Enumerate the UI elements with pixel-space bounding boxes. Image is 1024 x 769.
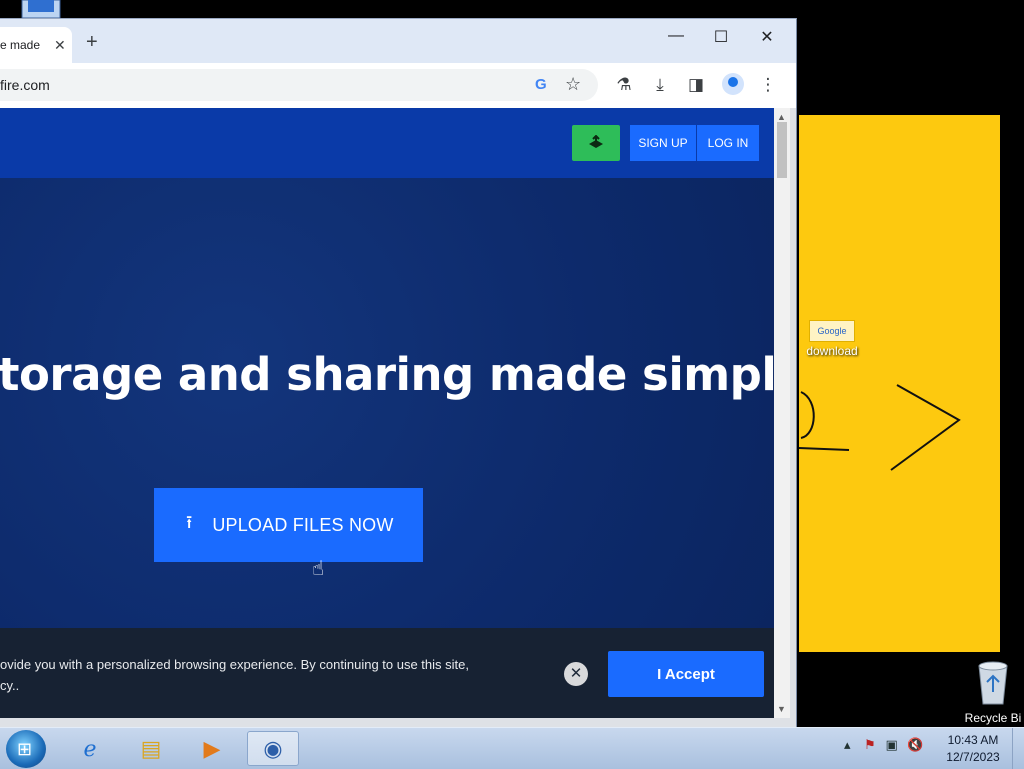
upload-arrow-icon: ⭱ [186,512,193,532]
address-bar[interactable]: fire.com G ☆ [0,69,598,101]
windows-logo-icon: ⊞ [17,739,33,759]
new-tab-button[interactable]: + [86,31,98,54]
minimize-button[interactable]: — [661,27,691,45]
side-panel-icon[interactable]: ◨ [684,75,708,95]
google-lens-icon[interactable]: G [535,76,547,93]
cookie-text: ovide you with a personalized browsing e… [0,654,520,696]
volume-muted-icon[interactable]: 🔇 [907,737,923,752]
downloads-icon[interactable]: ⤓ [648,75,672,95]
desktop-icon-download[interactable]: Google download [802,320,862,358]
hand-cursor-icon: ☝ [312,558,325,580]
header-upload-icon-button[interactable] [572,125,620,161]
desktop-icon-label: Recycle Bi [964,711,1022,725]
taskbar-clock[interactable]: 10:43 AM 12/7/2023 [940,732,1006,766]
upload-files-button[interactable]: ⭱ UPLOAD FILES NOW [154,488,423,562]
tab-title: e made [0,38,41,52]
clock-date: 12/7/2023 [946,750,1000,764]
system-tray: ▴ ⚑ ▣ 🔇 [844,737,924,753]
cookie-text-line: ovide you with a personalized browsing e… [0,657,469,672]
log-in-button[interactable]: LOG IN [697,125,759,161]
show-hidden-icons-icon[interactable]: ▴ [844,737,851,752]
site-header: SIGN UP LOG IN [0,108,774,178]
cookie-banner: ovide you with a personalized browsing e… [0,628,774,718]
internet-explorer-icon[interactable]: ℯ [64,731,116,766]
media-player-icon[interactable]: ▶ [186,731,238,766]
profile-avatar-icon[interactable] [722,73,744,95]
hero-headline: torage and sharing made simple [0,348,774,401]
upload-tray-icon [589,135,603,148]
browser-titlebar: e made ✕ + — ☐ ✕ [0,19,796,63]
start-button[interactable]: ⊞ [6,730,46,768]
upload-button-label: UPLOAD FILES NOW [212,514,394,535]
cookie-close-icon[interactable]: ✕ [564,662,588,686]
desktop-icon-recycle-bin[interactable]: Recycle Bi [962,660,1024,725]
url-text[interactable]: fire.com [0,77,50,93]
file-explorer-icon[interactable]: ▤ [125,731,177,766]
hero-section: torage and sharing made simple ⭱ UPLOAD … [0,178,774,628]
clock-time: 10:43 AM [947,733,999,747]
bookmark-star-icon[interactable]: ☆ [565,74,581,95]
web-page: SIGN UP LOG IN torage and sharing made s… [0,108,774,718]
network-icon[interactable]: ▣ [885,737,897,752]
sign-up-button[interactable]: SIGN UP [630,125,696,161]
taskbar: ⊞ ℯ ▤ ▶ ◉ ▴ ⚑ ▣ 🔇 10:43 AM 12/7/2023 [0,727,1024,769]
close-window-button[interactable]: ✕ [752,27,782,47]
tab-close-icon[interactable]: ✕ [54,37,66,54]
cookie-text-line: cy.. [0,678,20,693]
maximize-button[interactable]: ☐ [706,27,736,47]
menu-kebab-icon[interactable]: ⋮ [756,75,780,95]
scrollbar-thumb[interactable] [777,122,787,178]
page-scrollbar[interactable]: ▲ ▼ [774,108,790,718]
action-center-flag-icon[interactable]: ⚑ [864,737,876,752]
browser-window: e made ✕ + — ☐ ✕ fire.com G ☆ ⚗ ⤓ ◨ ⋮ SI… [0,18,797,727]
google-image-icon: Google [809,320,855,342]
desktop-computer-icon[interactable] [18,0,64,20]
chrome-browser-icon[interactable]: ◉ [247,731,299,766]
desktop-doodle [799,384,961,471]
accept-cookies-button[interactable]: I Accept [608,651,764,697]
scroll-down-icon[interactable]: ▼ [777,704,786,714]
show-desktop-button[interactable] [1012,728,1024,769]
recycle-bin-icon [978,661,1008,705]
scroll-up-icon[interactable]: ▲ [777,112,786,122]
desktop-icon-label: download [806,344,858,358]
browser-tab[interactable]: e made ✕ [0,27,72,63]
labs-flask-icon[interactable]: ⚗ [612,75,636,95]
browser-toolbar: fire.com G ☆ ⚗ ⤓ ◨ ⋮ [0,63,796,108]
